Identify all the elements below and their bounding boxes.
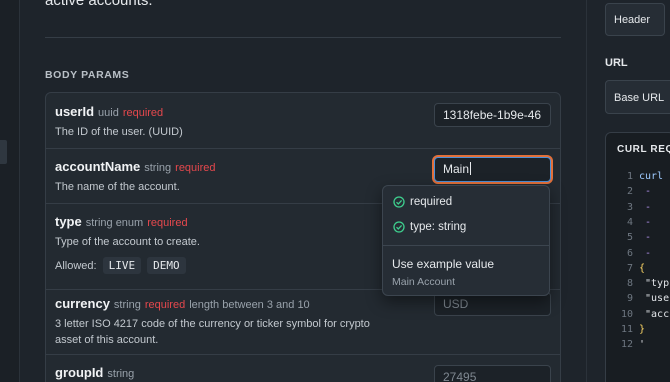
use-example-value-button[interactable]: Use example value [392,257,494,271]
line-number: 3 [626,201,633,213]
divider [45,37,561,38]
code-line: 2 - [606,186,651,201]
code-text: "acc [639,308,670,320]
line-number: 6 [626,247,633,259]
sidebar-collapse-handle[interactable] [0,140,7,164]
param-type: string [107,368,135,380]
param-type: string enum [85,217,144,229]
line-number: 4 [626,216,633,228]
param-name: groupId string [55,365,135,380]
code-line: 9 "use [606,293,669,308]
code-text: - [639,232,652,244]
code-line: 11} [606,324,645,339]
param-constraint: length between 3 and 10 [189,299,310,311]
code-line: 12 ' [606,339,645,354]
check-type: type: string [393,221,466,233]
code-text: "typ [639,278,670,290]
line-number: 10 [620,308,633,320]
param-type: string [113,299,141,311]
param-required: required [175,162,216,174]
code-text: - [639,216,652,228]
param-description: The name of the account. [55,181,180,193]
groupId-input[interactable]: 27495 [434,365,551,382]
request-panel: Header URL Base URL CURL REQUEST 1 curl -… [586,0,670,382]
code-text: } [639,324,646,335]
check-circle-icon [393,221,405,233]
code-line: 1 curl - [606,171,670,186]
code-line: 6 - [606,248,651,263]
text-caret [470,162,472,175]
code-line: 3 - [606,202,651,217]
param-description: Type of the account to create. [55,236,200,248]
code-text: - [639,186,652,198]
param-required: required [147,217,188,229]
userId-input[interactable]: 1318febe-1b9e-46 [434,103,551,127]
line-number: 1 [626,171,633,182]
code-line: 7{ [606,263,645,278]
param-name: currency string required length between 3 a… [55,296,310,311]
param-name: type string enum required [55,214,188,229]
param-description: The ID of the user. (UUID) [55,126,183,138]
param-required: required [144,299,186,311]
line-number: 12 [620,339,633,351]
line-number: 8 [626,278,633,290]
example-value: Main Account [392,276,456,288]
enum-chip-demo: DEMO [147,257,186,274]
allowed-values: Allowed: LIVE DEMO [55,257,186,274]
intro-text: active accounts. [45,0,153,9]
code-text: curl - [639,171,670,182]
line-number: 9 [626,293,633,305]
curl-title: CURL REQUEST [617,144,670,155]
line-number: 11 [620,324,633,335]
line-number: 7 [626,262,633,274]
validation-popover: required type: string Use example value … [382,185,550,296]
curl-request-box: CURL REQUEST 1curl -2 -3 -4 -5 -6 -7{8 "… [605,132,670,382]
param-row-userId: userId uuid required The ID of the user. (… [46,93,560,148]
check-label: type: string [410,221,467,233]
popover-divider [383,245,549,246]
check-required: required [393,196,452,208]
code-line: 5 - [606,232,651,247]
line-number: 2 [626,186,633,198]
param-row-groupId: groupId string 27495 [46,354,560,382]
param-type: string [144,162,172,174]
param-type: uuid [98,107,119,119]
left-rail [0,0,20,382]
code-text: "use [639,293,670,305]
code-line: 8 "typ [606,278,669,293]
url-label: URL [605,57,628,69]
section-title: BODY PARAMS [45,69,130,81]
code-line: 10 "acc [606,309,669,324]
base-url-select[interactable]: Base URL [605,80,670,114]
allowed-label: Allowed: [55,259,97,272]
param-name: accountName string required [55,159,216,174]
param-name: userId uuid required [55,104,164,119]
param-required: required [122,107,164,119]
code-text: { [639,262,646,274]
line-number: 5 [626,232,633,244]
code-line: 4 - [606,217,651,232]
tab-header[interactable]: Header [605,3,665,36]
param-row-currency: currency string required length between 3 a… [46,289,560,354]
check-label: required [410,196,453,208]
code-text: ' [639,339,646,351]
code-text: - [639,247,652,259]
code-text: - [639,201,652,213]
enum-chip-live: LIVE [102,257,142,274]
check-circle-icon [393,196,405,208]
accountName-input[interactable]: Main [434,157,551,182]
param-description: 3 letter ISO 4217 code of the currency o… [55,318,370,346]
